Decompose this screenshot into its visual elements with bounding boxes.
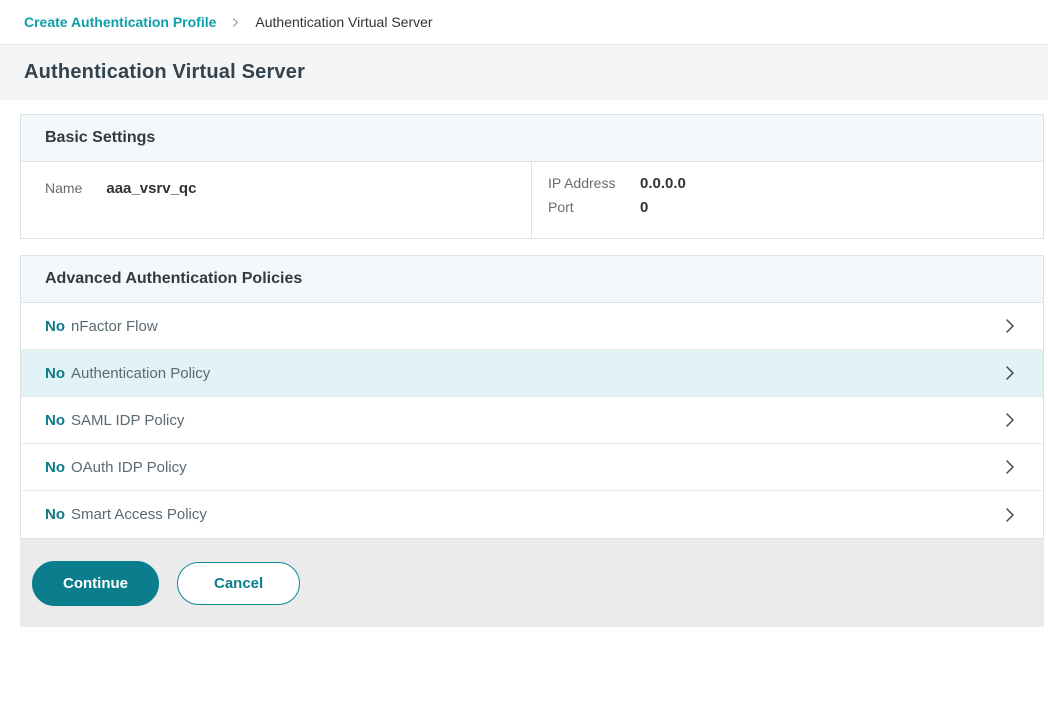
policy-count: No	[45, 365, 65, 382]
chevron-right-icon[interactable]	[1001, 506, 1019, 524]
chevron-right-icon[interactable]	[1001, 364, 1019, 382]
name-field: Name aaa_vsrv_qc	[21, 162, 531, 238]
policy-label: OAuth IDP Policy	[71, 459, 187, 476]
policy-label: SAML IDP Policy	[71, 412, 184, 429]
policy-row-saml-idp-policy[interactable]: No SAML IDP Policy	[21, 397, 1043, 444]
page-title-band: Authentication Virtual Server	[0, 45, 1048, 100]
page-title: Authentication Virtual Server	[24, 61, 305, 84]
actions-bar: Continue Cancel	[20, 539, 1044, 627]
policy-row-oauth-idp-policy[interactable]: No OAuth IDP Policy	[21, 444, 1043, 491]
address-fields: IP Address 0.0.0.0 Port 0	[531, 162, 1043, 238]
basic-settings-card: Basic Settings Name aaa_vsrv_qc IP Addre…	[20, 114, 1044, 239]
advanced-policies-header: Advanced Authentication Policies	[21, 256, 1043, 303]
policy-count: No	[45, 318, 65, 335]
breadcrumb-current: Authentication Virtual Server	[255, 14, 432, 30]
port-label: Port	[548, 199, 640, 215]
policy-row-nfactor-flow[interactable]: No nFactor Flow	[21, 303, 1043, 350]
basic-settings-body: Name aaa_vsrv_qc IP Address 0.0.0.0 Port…	[21, 162, 1043, 238]
main-content: Basic Settings Name aaa_vsrv_qc IP Addre…	[0, 100, 1048, 627]
breadcrumb-link-create-authentication-profile[interactable]: Create Authentication Profile	[24, 14, 216, 30]
chevron-right-icon[interactable]	[1001, 411, 1019, 429]
chevron-right-icon[interactable]	[1001, 458, 1019, 476]
chevron-right-icon	[230, 17, 241, 28]
breadcrumb: Create Authentication Profile Authentica…	[0, 0, 1048, 45]
policy-count: No	[45, 412, 65, 429]
policy-row-authentication-policy[interactable]: No Authentication Policy	[21, 350, 1043, 397]
name-value: aaa_vsrv_qc	[106, 180, 196, 197]
ip-address-value: 0.0.0.0	[640, 175, 1027, 192]
policy-label: Smart Access Policy	[71, 506, 207, 523]
policy-label: nFactor Flow	[71, 318, 158, 335]
chevron-right-icon[interactable]	[1001, 317, 1019, 335]
policy-label: Authentication Policy	[71, 365, 210, 382]
cancel-button[interactable]: Cancel	[177, 562, 300, 605]
policy-row-smart-access-policy[interactable]: No Smart Access Policy	[21, 491, 1043, 538]
policy-count: No	[45, 459, 65, 476]
advanced-policies-card: Advanced Authentication Policies No nFac…	[20, 255, 1044, 539]
continue-button[interactable]: Continue	[32, 561, 159, 606]
basic-settings-header: Basic Settings	[21, 115, 1043, 162]
name-label: Name	[45, 180, 82, 196]
ip-address-label: IP Address	[548, 175, 640, 191]
port-value: 0	[640, 199, 1027, 216]
policy-count: No	[45, 506, 65, 523]
